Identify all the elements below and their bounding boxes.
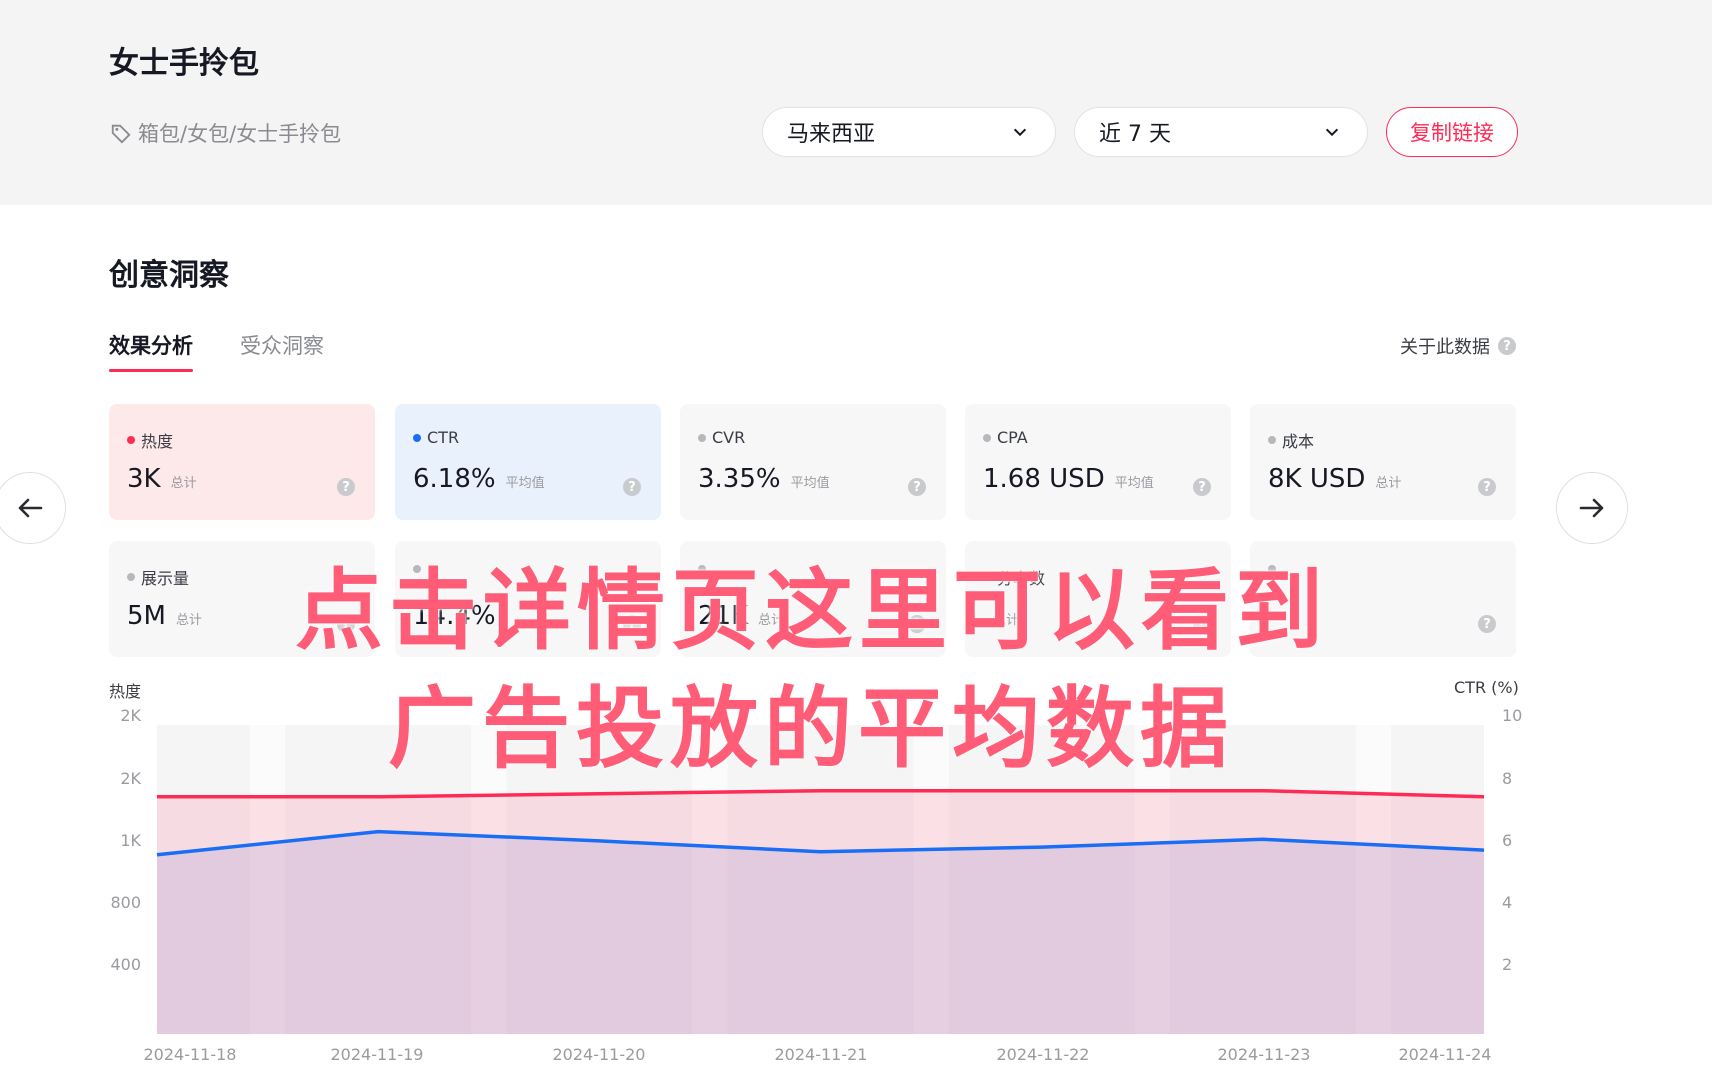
x-tick-label: 2024-11-18 [144,1045,237,1064]
left-tick-label: 1K [120,831,141,850]
right-tick-label: 6 [1502,831,1512,850]
overlay-caption-line1: 点击详情页这里可以看到 [294,559,1329,662]
x-tick-label: 2024-11-20 [553,1045,646,1064]
x-tick-label: 2024-11-21 [775,1045,868,1064]
x-tick-label: 2024-11-19 [331,1045,424,1064]
left-tick-label: 400 [110,955,141,974]
x-tick-label: 2024-11-22 [997,1045,1090,1064]
overlay-caption-line2: 广告投放的平均数据 [387,677,1234,780]
right-tick-label: 2 [1502,955,1512,974]
x-tick-label: 2024-11-23 [1218,1045,1311,1064]
series-area-ctr [157,831,1484,1034]
x-tick-label: 2024-11-24 [1399,1045,1492,1064]
left-tick-label: 800 [110,893,141,912]
right-tick-label: 4 [1502,893,1512,912]
